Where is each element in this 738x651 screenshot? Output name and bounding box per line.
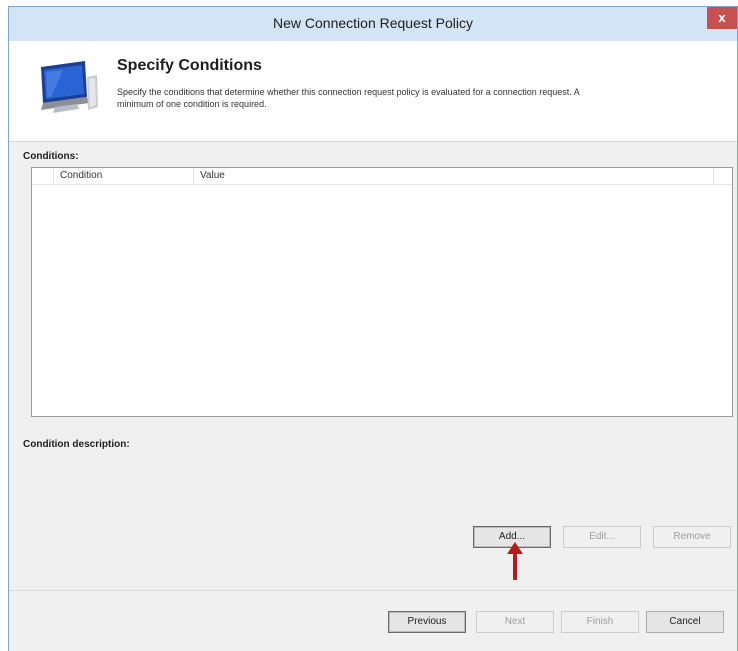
column-header-value[interactable]: Value — [194, 168, 714, 184]
column-header-condition[interactable]: Condition — [54, 168, 194, 184]
finish-button[interactable]: Finish — [561, 611, 639, 633]
cancel-button[interactable]: Cancel — [646, 611, 724, 633]
conditions-list[interactable]: Condition Value — [31, 167, 733, 417]
condition-description-label: Condition description: — [23, 439, 130, 450]
wizard-content: Conditions: Condition Value Condition de… — [9, 142, 737, 590]
edit-condition-button[interactable]: Edit... — [563, 526, 641, 548]
page-description-line: Specify the conditions that determine wh… — [117, 87, 580, 97]
conditions-list-header: Condition Value — [32, 168, 732, 185]
page-title: Specify Conditions — [117, 57, 262, 74]
wizard-footer: Previous Next Finish Cancel — [9, 591, 737, 651]
computer-monitor-icon — [41, 61, 98, 113]
page-description-line: minimum of one condition is required. — [117, 99, 267, 109]
close-button[interactable]: x — [707, 7, 737, 29]
column-header-blank[interactable] — [32, 168, 54, 184]
conditions-label: Conditions: — [23, 151, 79, 162]
wizard-window: New Connection Request Policy x Specify … — [8, 6, 738, 651]
title-bar[interactable]: New Connection Request Policy x — [9, 7, 737, 41]
annotation-arrow-icon — [507, 542, 523, 580]
previous-button[interactable]: Previous — [388, 611, 466, 633]
wizard-header: Specify Conditions Specify the condition… — [9, 41, 737, 141]
page-description: Specify the conditions that determine wh… — [117, 86, 735, 110]
remove-condition-button[interactable]: Remove — [653, 526, 731, 548]
window-title: New Connection Request Policy — [273, 15, 473, 31]
next-button[interactable]: Next — [476, 611, 554, 633]
